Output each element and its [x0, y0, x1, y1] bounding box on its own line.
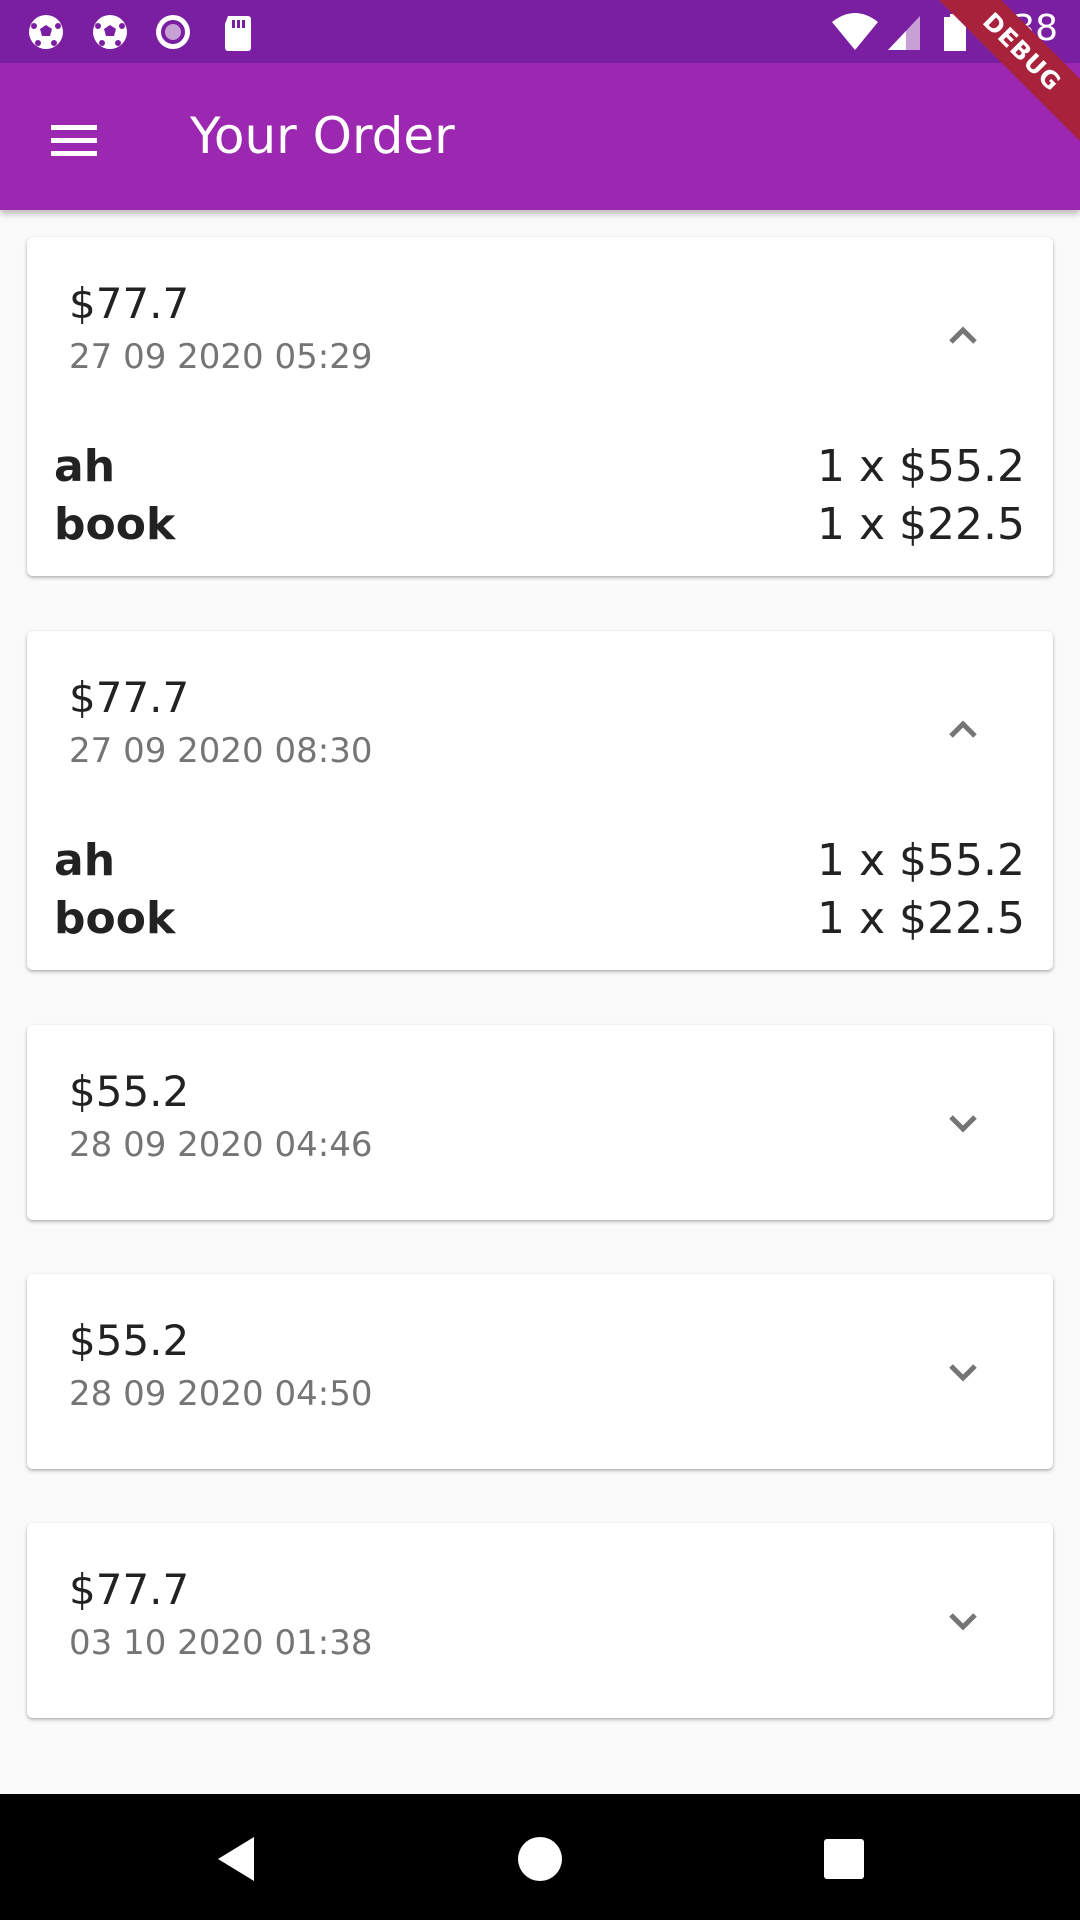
chevron-down-icon[interactable]: [943, 1352, 983, 1392]
page-title: Your Order: [190, 107, 455, 165]
order-card: $55.2 28 09 2020 04:50: [27, 1274, 1053, 1469]
item-name: ah: [54, 440, 116, 492]
item-quantity: 1 x $22.5: [817, 498, 1025, 550]
order-date: 03 10 2020 01:38: [69, 1623, 373, 1663]
list-item: book 1 x $22.5: [54, 495, 1025, 553]
sd-card-icon: [225, 16, 251, 51]
chevron-up-icon[interactable]: [943, 315, 983, 355]
item-quantity: 1 x $22.5: [817, 892, 1025, 944]
list-item: book 1 x $22.5: [54, 889, 1025, 947]
order-date: 28 09 2020 04:50: [69, 1374, 373, 1414]
wifi-icon: [832, 13, 878, 50]
item-quantity: 1 x $55.2: [817, 834, 1025, 886]
item-name: ah: [54, 834, 116, 886]
chevron-down-icon[interactable]: [943, 1103, 983, 1143]
back-icon[interactable]: [206, 1829, 266, 1889]
recents-icon[interactable]: [814, 1829, 874, 1889]
order-card: $77.7 03 10 2020 01:38: [27, 1523, 1053, 1718]
order-amount: $55.2: [69, 1316, 190, 1365]
order-card: $77.7 27 09 2020 05:29 ah 1 x $55.2 book…: [27, 237, 1053, 576]
order-items: ah 1 x $55.2 book 1 x $22.5: [54, 831, 1025, 947]
list-item: ah 1 x $55.2: [54, 831, 1025, 889]
order-amount: $77.7: [69, 673, 190, 722]
order-date: 27 09 2020 08:30: [69, 731, 373, 771]
order-amount: $77.7: [69, 1565, 190, 1614]
soccer-ball-icon: [93, 15, 127, 49]
item-name: book: [54, 892, 176, 944]
order-items: ah 1 x $55.2 book 1 x $22.5: [54, 437, 1025, 553]
record-icon: [156, 15, 190, 49]
order-amount: $55.2: [69, 1067, 190, 1116]
order-date: 27 09 2020 05:29: [69, 337, 373, 377]
soccer-ball-icon: [29, 15, 63, 49]
system-nav-bar: [0, 1794, 1080, 1920]
item-quantity: 1 x $55.2: [817, 440, 1025, 492]
chevron-up-icon[interactable]: [943, 709, 983, 749]
menu-icon: [51, 125, 97, 156]
order-date: 28 09 2020 04:46: [69, 1125, 373, 1165]
menu-button[interactable]: [34, 101, 114, 181]
signal-icon: [888, 16, 920, 50]
status-bar: 1:38: [0, 0, 1080, 63]
order-card: $55.2 28 09 2020 04:46: [27, 1025, 1053, 1220]
app-bar: Your Order: [0, 63, 1080, 210]
list-item: ah 1 x $55.2: [54, 437, 1025, 495]
battery-icon: [944, 14, 966, 51]
home-icon[interactable]: [510, 1829, 570, 1889]
order-card: $77.7 27 09 2020 08:30 ah 1 x $55.2 book…: [27, 631, 1053, 970]
item-name: book: [54, 498, 176, 550]
status-time: 1:38: [977, 8, 1058, 49]
order-amount: $77.7: [69, 279, 190, 328]
chevron-down-icon[interactable]: [943, 1601, 983, 1641]
